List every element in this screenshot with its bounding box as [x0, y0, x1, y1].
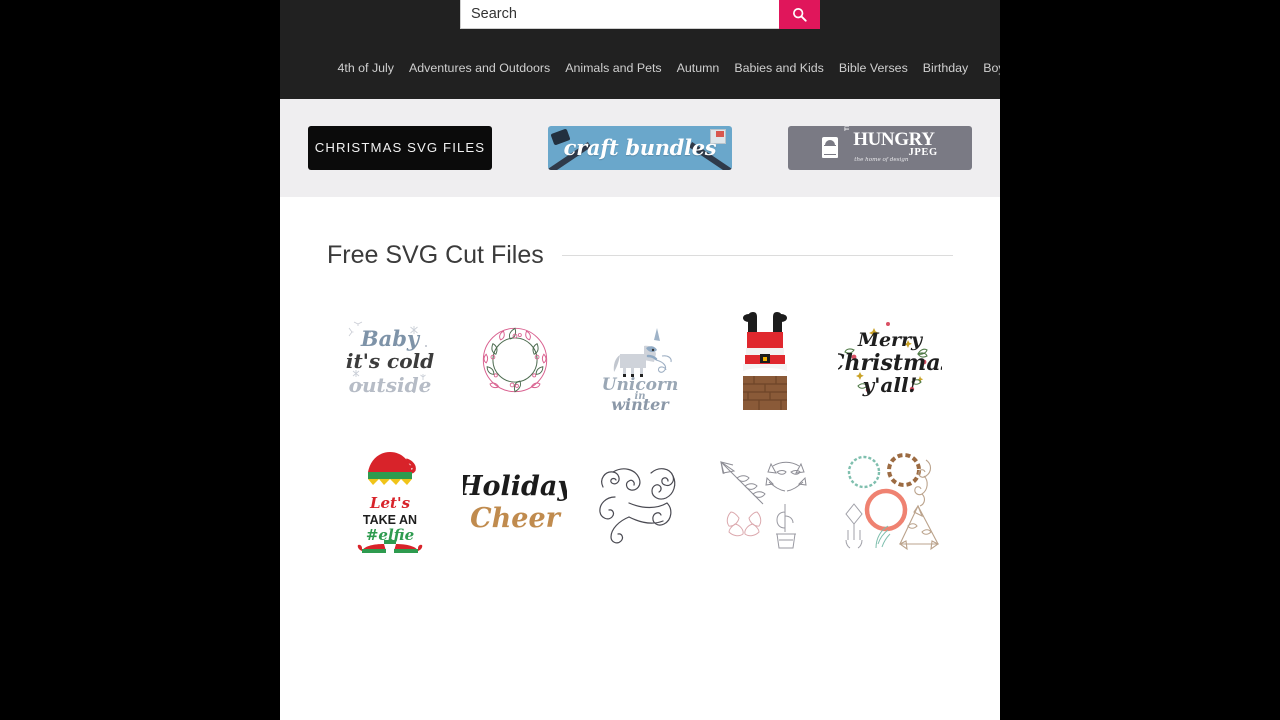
search-bar	[460, 0, 820, 29]
ad-craft-bundles[interactable]: craft bundles	[548, 125, 732, 170]
svg-thumbnail-lets-take-an-elfie[interactable]: Let's TAKE AN #elfie	[327, 438, 452, 562]
thumb-text-line: y'all!	[862, 373, 918, 397]
svg-thumbnail-unicorn-in-winter[interactable]: Unicorn in winter	[577, 298, 702, 422]
hungry-jpeg-tagline: the home of design	[854, 157, 909, 163]
svg-thumbnail-swirl-flourish[interactable]	[577, 438, 702, 562]
ad-hungry-jpeg[interactable]: THE HUNGRY the home of design JPEG	[788, 125, 972, 170]
thumb-text-line: Holiday	[463, 471, 567, 502]
category-link[interactable]: 4th of July	[338, 61, 394, 75]
svg-thumbnail-baby-its-cold-outside[interactable]: Baby it's cold outside	[327, 298, 452, 422]
category-link[interactable]: Animals and Pets	[565, 61, 661, 75]
ad-christmas-label: CHRISTMAS SVG FILES	[314, 140, 486, 155]
ad-hungry-jpeg-wordmark: THE HUNGRY the home of design JPEG	[844, 126, 938, 165]
sponsor-banner-strip: CHRISTMAS SVG FILES craft bundles THE HU…	[280, 98, 1000, 197]
thumb-text-line: winter	[611, 395, 670, 410]
svg-thumbnail-merry-christmas-yall[interactable]: Merry Christmas y'all!	[828, 298, 953, 422]
ad-craft-bundles-label: craft bundles	[563, 135, 717, 160]
ad-christmas-svg-files[interactable]: CHRISTMAS SVG FILES	[308, 125, 492, 170]
svg-thumbnail-santa-in-chimney[interactable]	[703, 298, 828, 422]
category-link[interactable]: Adventures and Outdoors	[409, 61, 550, 75]
chef-logo-icon	[822, 137, 839, 158]
thumb-text-line: Cheer	[470, 503, 561, 534]
svg-thumbnail-boho-frames-feathers[interactable]	[828, 438, 953, 562]
category-link[interactable]: Babies and Kids	[734, 61, 824, 75]
page-content: 4th of July Adventures and Outdoors Animal…	[280, 0, 1000, 720]
svg-thumbnail-holiday-cheer[interactable]: Holiday Cheer	[452, 438, 577, 562]
main-content: Free SVG Cut Files Baby it's cold outsid…	[280, 196, 1000, 562]
thumb-text-line: Let's	[369, 494, 411, 512]
svg-thumbnail-holly-wreath[interactable]	[452, 298, 577, 422]
category-links: 4th of July Adventures and Outdoors Animal…	[330, 56, 1001, 85]
category-link[interactable]: Autumn	[677, 61, 720, 75]
thumb-text-line: Merry	[857, 329, 924, 351]
search-input[interactable]	[460, 0, 779, 29]
page-title: Free SVG Cut Files	[327, 240, 544, 269]
thumb-text-line: Baby	[359, 326, 420, 351]
thumb-text-line: it's cold	[345, 349, 433, 373]
section-header: Free SVG Cut Files	[327, 241, 953, 270]
svg-thumbnail-boho-arrows-feathers-cactus[interactable]	[703, 438, 828, 562]
category-link[interactable]: Birthday	[923, 61, 968, 75]
hungry-jpeg-name: HUNGRY	[853, 129, 935, 150]
thumb-text-line: outside	[348, 373, 431, 397]
hungry-jpeg-the: THE	[844, 126, 851, 132]
section-divider	[561, 254, 953, 256]
category-link[interactable]: Bible Verses	[839, 61, 908, 75]
thumb-text-line: TAKE AN	[363, 513, 417, 527]
svg-file-grid: Baby it's cold outside Unicorn in winter…	[327, 298, 953, 562]
search-icon	[792, 7, 807, 22]
search-button[interactable]	[779, 0, 820, 29]
site-header: 4th of July Adventures and Outdoors Animal…	[280, 0, 1000, 99]
category-link[interactable]: Boy	[983, 61, 1000, 75]
